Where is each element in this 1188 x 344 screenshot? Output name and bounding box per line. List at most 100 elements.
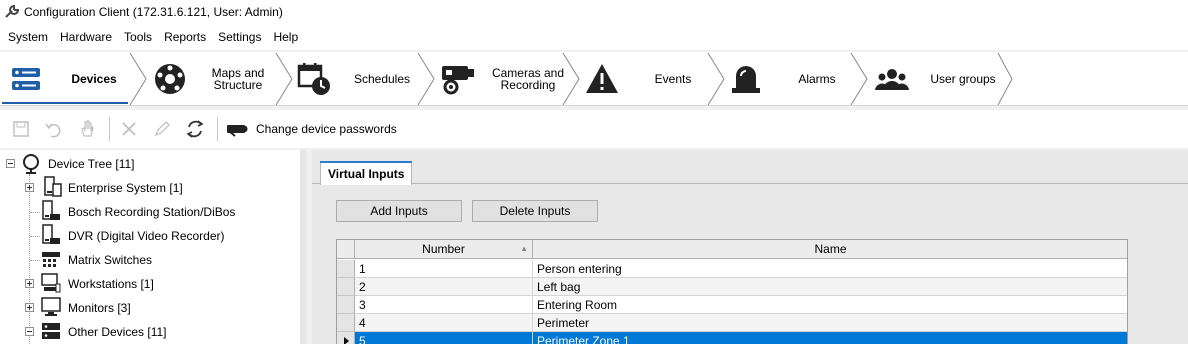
enterprise-system-icon: [44, 176, 62, 197]
nav-label-user-groups: User groups: [930, 72, 996, 86]
cell-number[interactable]: 2: [355, 278, 533, 296]
cell-name[interactable]: Perimeter: [533, 314, 1127, 332]
column-header-number[interactable]: Number ▲: [355, 240, 533, 259]
tree-item-monitors[interactable]: Monitors [3]: [68, 297, 131, 319]
tree-connector: [29, 174, 30, 344]
change-passwords-icon[interactable]: [224, 116, 250, 142]
device-tree-icon: [23, 154, 39, 174]
column-header-name[interactable]: Name: [533, 240, 1127, 259]
column-header-label: Name: [814, 242, 847, 256]
wrench-app-icon: [5, 4, 20, 18]
cell-number[interactable]: 5: [355, 332, 533, 344]
menu-help[interactable]: Help: [267, 30, 304, 44]
nav-tab-devices[interactable]: Devices: [0, 52, 150, 106]
tree-expand-toggle[interactable]: [25, 183, 34, 192]
toolbar: Change device passwords: [0, 110, 1188, 148]
title-bar: Configuration Client (172.31.6.121, User…: [0, 0, 1188, 24]
delete-inputs-button[interactable]: Delete Inputs: [472, 200, 598, 222]
tab-strip: Virtual Inputs: [312, 160, 1188, 185]
maps-structure-icon: [155, 64, 185, 94]
tree-connector: [30, 236, 40, 237]
menu-settings[interactable]: Settings: [212, 30, 267, 44]
cameras-recording-icon: [442, 66, 474, 95]
monitor-icon: [41, 297, 61, 316]
column-header-label: Number: [422, 242, 465, 256]
tree-item-enterprise-system[interactable]: Enterprise System [1]: [68, 177, 183, 199]
tree-root-label: Device Tree [11]: [48, 157, 135, 171]
menu-tools[interactable]: Tools: [118, 30, 158, 44]
tree-item-recording-station[interactable]: Bosch Recording Station/DiBos: [68, 201, 235, 223]
change-passwords-label[interactable]: Change device passwords: [256, 122, 397, 136]
tab-label: Virtual Inputs: [328, 167, 405, 181]
tree-expand-toggle[interactable]: [25, 279, 34, 288]
cell-number[interactable]: 4: [355, 314, 533, 332]
alarms-icon: [732, 66, 760, 93]
help-hand-icon[interactable]: [74, 116, 100, 142]
cell-name[interactable]: Perimeter Zone 1: [533, 332, 1127, 344]
cell-name[interactable]: Left bag: [533, 278, 1127, 296]
nav-tab-alarms[interactable]: Alarms: [724, 52, 870, 106]
nav-tab-events[interactable]: Events: [580, 52, 726, 106]
tree-item-label: Matrix Switches: [68, 253, 153, 267]
row-header[interactable]: [337, 260, 355, 278]
cell-number[interactable]: 1: [355, 260, 533, 278]
cell-name[interactable]: Entering Room: [533, 296, 1127, 314]
menu-system[interactable]: System: [2, 30, 54, 44]
recording-station-icon: [42, 200, 60, 220]
tree-collapse-toggle[interactable]: [25, 327, 34, 336]
undo-icon[interactable]: [41, 116, 67, 142]
virtual-inputs-panel: Virtual Inputs Add Inputs Delete Inputs …: [312, 150, 1188, 344]
tree-collapse-toggle[interactable]: [6, 159, 15, 168]
tree-root[interactable]: Device Tree [11]: [48, 153, 134, 175]
row-header[interactable]: [337, 278, 355, 296]
refresh-icon[interactable]: [182, 116, 208, 142]
tree-item-workstations[interactable]: Workstations [1]: [68, 273, 154, 295]
grid-corner-header: [337, 240, 355, 259]
other-devices-icon: [42, 323, 60, 339]
events-icon: [586, 64, 618, 93]
tree-item-label: Bosch Recording Station/DiBos: [68, 205, 236, 219]
tree-expand-toggle[interactable]: [25, 303, 34, 312]
tree-item-other-devices[interactable]: Other Devices [11]: [68, 321, 166, 343]
add-inputs-label: Add Inputs: [370, 204, 428, 218]
row-header[interactable]: [337, 296, 355, 314]
tree-connector: [30, 260, 40, 261]
active-tab-underline: [2, 102, 128, 104]
user-groups-icon: [875, 69, 909, 90]
menu-reports[interactable]: Reports: [158, 30, 212, 44]
row-header[interactable]: [337, 314, 355, 332]
toolbar-separator: [109, 117, 110, 141]
delete-icon[interactable]: [116, 116, 142, 142]
nav-label-schedules: Schedules: [353, 72, 411, 86]
tree-item-label: Monitors [3]: [68, 301, 131, 315]
nav-bar: Devices Maps and Structure Schedules Cam…: [0, 52, 1188, 106]
save-icon[interactable]: [8, 116, 34, 142]
menu-hardware[interactable]: Hardware: [54, 30, 118, 44]
row-header[interactable]: [337, 332, 355, 344]
cell-number[interactable]: 3: [355, 296, 533, 314]
current-row-arrow-icon: [344, 337, 349, 344]
menu-bar: System Hardware Tools Reports Settings H…: [0, 24, 1188, 50]
matrix-switch-icon: [42, 252, 60, 267]
tree-item-dvr[interactable]: DVR (Digital Video Recorder): [68, 225, 225, 247]
nav-tab-schedules[interactable]: Schedules: [292, 52, 438, 106]
devices-icon: [12, 68, 40, 90]
nav-label-events: Events: [654, 72, 692, 86]
nav-label-cameras-recording: Cameras and Recording: [491, 66, 565, 92]
nav-tab-cameras-recording[interactable]: Cameras and Recording: [436, 52, 582, 106]
virtual-inputs-grid: Number ▲ Name 1 Person entering 2 Left b…: [336, 239, 1128, 344]
tree-item-label: Other Devices [11]: [68, 325, 167, 339]
dvr-icon: [42, 224, 60, 244]
nav-tab-user-groups[interactable]: User groups: [868, 52, 1014, 106]
nav-label-maps-structure: Maps and Structure: [211, 66, 265, 92]
tree-item-matrix-switches[interactable]: Matrix Switches: [68, 249, 152, 271]
delete-inputs-label: Delete Inputs: [499, 204, 571, 218]
tab-virtual-inputs[interactable]: Virtual Inputs: [320, 161, 413, 185]
cell-name[interactable]: Person entering: [533, 260, 1127, 278]
nav-tab-maps-structure[interactable]: Maps and Structure: [148, 52, 294, 106]
tree-item-label: DVR (Digital Video Recorder): [68, 229, 225, 243]
edit-icon[interactable]: [149, 116, 175, 142]
add-inputs-button[interactable]: Add Inputs: [336, 200, 462, 222]
nav-label-devices: Devices: [71, 72, 117, 86]
window-title: Configuration Client (172.31.6.121, User…: [24, 5, 283, 19]
